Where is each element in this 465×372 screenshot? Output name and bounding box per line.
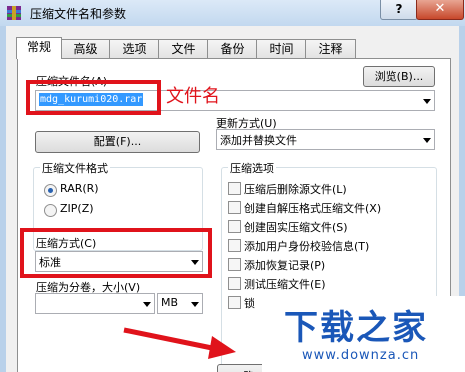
- watermark-brand: 下载之家: [284, 308, 428, 348]
- recovery-label[interactable]: 添加恢复记录(P): [244, 257, 325, 273]
- close-button[interactable]: ✕: [416, 0, 464, 20]
- window-title: 压缩文件名和参数: [30, 7, 127, 21]
- title-bar: 压缩文件名和参数 ? ✕: [0, 0, 465, 26]
- tab-time[interactable]: 时间: [256, 39, 307, 58]
- chevron-down-icon[interactable]: [423, 98, 431, 104]
- watermark-url: www.downza.cn: [302, 348, 420, 363]
- solid-label[interactable]: 创建固实压缩文件(S): [244, 219, 348, 235]
- method-highlight: [20, 228, 212, 278]
- tab-general[interactable]: 常规: [16, 37, 62, 59]
- browse-button[interactable]: 浏览(B)...: [363, 66, 435, 87]
- chevron-down-icon[interactable]: [191, 301, 199, 307]
- lock-label[interactable]: 锁: [244, 295, 255, 311]
- profile-button[interactable]: 配置(F)...: [35, 131, 200, 153]
- rar-radio-label[interactable]: RAR(R): [60, 182, 99, 195]
- sfx-label[interactable]: 创建自解压格式压缩文件(X): [244, 200, 381, 216]
- chevron-down-icon[interactable]: [423, 137, 431, 143]
- zip-radio-label[interactable]: ZIP(Z): [60, 202, 94, 215]
- format-group-title: 压缩文件格式: [40, 160, 110, 176]
- options-group-title: 压缩选项: [228, 160, 276, 176]
- help-button[interactable]: ?: [380, 0, 418, 20]
- filename-highlight: [26, 80, 161, 115]
- tab-backup[interactable]: 备份: [207, 39, 258, 58]
- recovery-checkbox[interactable]: [228, 258, 241, 271]
- update-mode-value: 添加并替换文件: [220, 134, 297, 147]
- lock-checkbox[interactable]: [228, 296, 241, 309]
- tab-comment[interactable]: 注释: [305, 39, 356, 58]
- sfx-checkbox[interactable]: [228, 201, 241, 214]
- filename-annotation: 文件名: [166, 86, 220, 107]
- split-size-combo[interactable]: [35, 293, 155, 314]
- split-unit-value: MB: [161, 296, 179, 309]
- tab-advanced[interactable]: 高级: [60, 39, 111, 58]
- watermark: 下载之家 www.downza.cn: [262, 296, 465, 372]
- tab-options[interactable]: 选项: [109, 39, 160, 58]
- test-checkbox[interactable]: [228, 277, 241, 290]
- split-unit-select[interactable]: MB: [157, 293, 203, 314]
- solid-checkbox[interactable]: [228, 220, 241, 233]
- tab-files[interactable]: 文件: [158, 39, 209, 58]
- winrar-icon: [7, 6, 21, 20]
- delete-after-label[interactable]: 压缩后删除源文件(L): [244, 181, 347, 197]
- test-label[interactable]: 测试压缩文件(E): [244, 276, 326, 292]
- rar-radio[interactable]: [44, 184, 57, 197]
- auth-checkbox[interactable]: [228, 239, 241, 252]
- auth-label[interactable]: 添加用户身份校验信息(T): [244, 238, 369, 254]
- update-mode-select[interactable]: 添加并替换文件: [216, 129, 435, 150]
- arrow-icon: [123, 327, 236, 359]
- delete-after-checkbox[interactable]: [228, 182, 241, 195]
- chevron-down-icon[interactable]: [143, 301, 151, 307]
- zip-radio[interactable]: [44, 204, 57, 217]
- dialog-window: 压缩文件名和参数 ? ✕ 常规 高级 选项 文件 备份 时间 注释 压缩文件名(…: [0, 0, 465, 372]
